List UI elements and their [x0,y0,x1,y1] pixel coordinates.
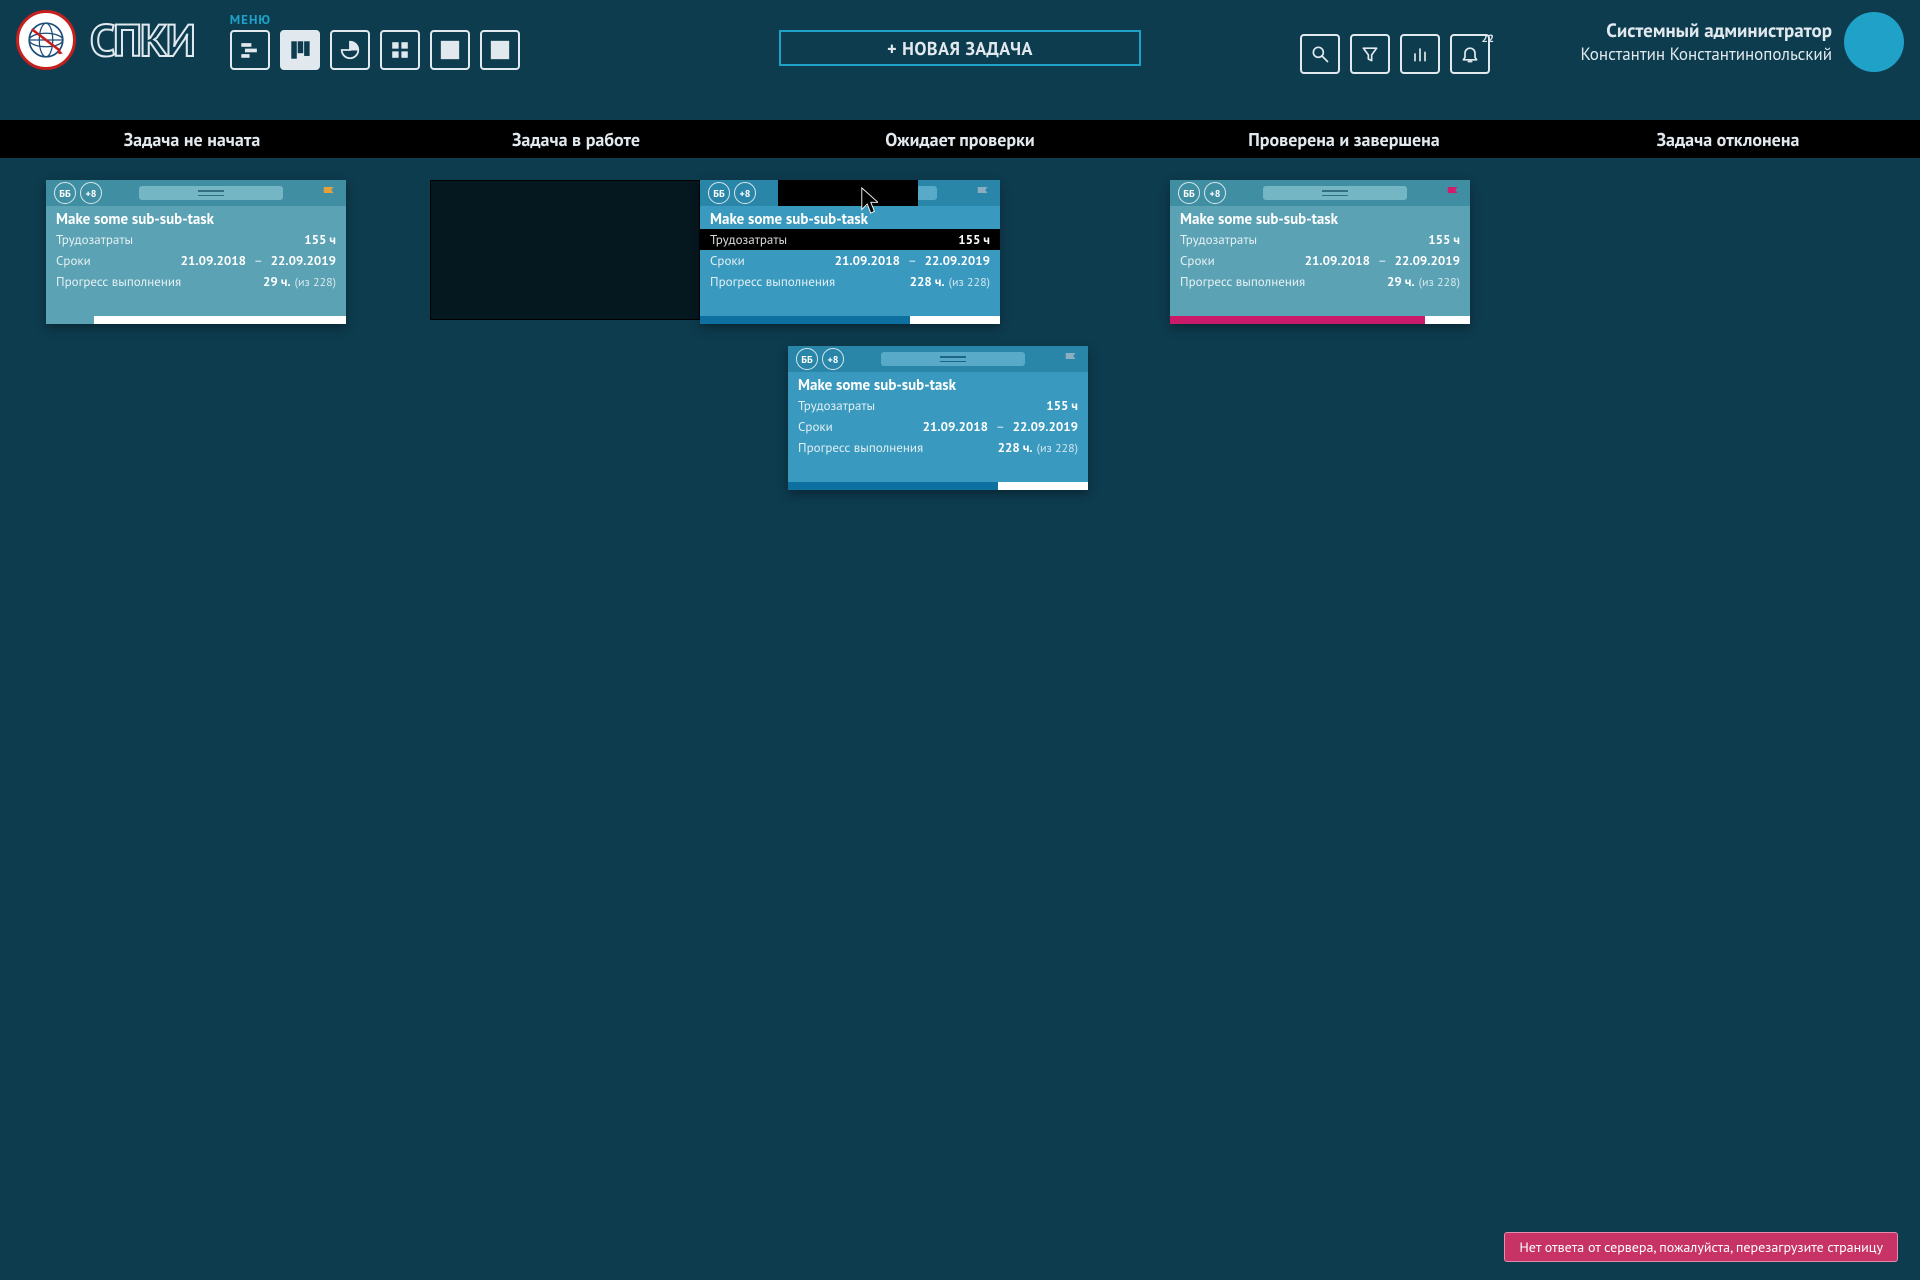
effort-value: 155 ч [1428,231,1460,248]
date-end: 22.09.2019 [1013,418,1078,435]
progress-of: (из 228) [1037,441,1078,456]
drop-zone[interactable] [430,180,700,320]
view-gantt-icon[interactable] [230,30,270,70]
view-menu: МЕНЮ [230,11,520,70]
assignee-chip[interactable]: ББ [708,182,730,204]
user-role: Системный администратор [1581,19,1832,43]
progress-value: 228 ч. [998,439,1033,456]
progress-bar [788,482,1088,490]
flag-icon[interactable] [320,184,338,202]
search-icon[interactable] [1300,34,1340,74]
assignee-chip[interactable]: ББ [796,348,818,370]
stats-icon[interactable] [1400,34,1440,74]
drag-handle-icon[interactable] [108,186,314,200]
effort-value: 155 ч [304,231,336,248]
assignee-more-chip[interactable]: +8 [734,182,756,204]
menu-label: МЕНЮ [230,11,520,28]
error-toast[interactable]: Нет ответа от сервера, пожалуйста, перез… [1504,1232,1898,1262]
bell-badge: 22 [1482,32,1494,46]
dates-label: Сроки [56,252,91,269]
col-done[interactable]: Проверена и завершена [1152,120,1536,158]
globe-icon [25,19,67,61]
view-columns-icon[interactable] [480,30,520,70]
date-end: 22.09.2019 [1395,252,1460,269]
logo-emblem [16,10,76,70]
app-header: СПКИ МЕНЮ + НОВАЯ ЗАДАЧА 22 Системный ад… [0,0,1920,80]
task-card[interactable]: ББ +8 Make some sub-sub-task Трудозатрат… [788,346,1088,490]
progress-value: 29 ч. [1387,273,1415,290]
effort-label: Трудозатраты [56,231,133,248]
progress-bar [46,316,346,324]
dates-label: Сроки [710,252,745,269]
date-end: 22.09.2019 [271,252,336,269]
progress-of: (из 228) [1419,275,1460,290]
view-pie-icon[interactable] [330,30,370,70]
task-title: Make some sub-sub-task [788,372,1088,395]
progress-of: (из 228) [295,275,336,290]
date-start: 21.09.2018 [181,252,246,269]
progress-label: Прогресс выполнения [1180,273,1305,290]
task-card[interactable]: ББ +8 Make some sub-sub-task Трудозатрат… [1170,180,1470,324]
cursor-icon [860,186,878,215]
col-in-progress[interactable]: Задача в работе [384,120,768,158]
avatar[interactable] [1844,12,1904,72]
filter-icon[interactable] [1350,34,1390,74]
bell-icon[interactable]: 22 [1450,34,1490,74]
col-not-started[interactable]: Задача не начата [0,120,384,158]
progress-label: Прогресс выполнения [56,273,181,290]
effort-value: 155 ч [1046,397,1078,414]
progress-label: Прогресс выполнения [798,439,923,456]
user-box[interactable]: Системный администратор Константин Конст… [1581,12,1904,72]
kanban-columns-header: Задача не начата Задача в работе Ожидает… [0,120,1920,158]
date-start: 21.09.2018 [1305,252,1370,269]
view-kanban-icon[interactable] [280,30,320,70]
drag-handle-icon[interactable] [850,352,1056,366]
effort-label: Трудозатраты [798,397,875,414]
effort-label: Трудозатраты [1180,231,1257,248]
dates-label: Сроки [798,418,833,435]
progress-value: 29 ч. [263,273,291,290]
view-tiles-icon[interactable] [380,30,420,70]
assignee-more-chip[interactable]: +8 [822,348,844,370]
new-task-button[interactable]: + НОВАЯ ЗАДАЧА [779,30,1141,66]
task-title: Make some sub-sub-task [1170,206,1470,229]
flag-icon[interactable] [1062,350,1080,368]
date-start: 21.09.2018 [923,418,988,435]
drag-handle-icon[interactable] [1232,186,1438,200]
app-logo-text: СПКИ [90,11,194,69]
assignee-more-chip[interactable]: +8 [80,182,102,204]
task-title: Make some sub-sub-task [46,206,346,229]
assignee-more-chip[interactable]: +8 [1204,182,1226,204]
task-card[interactable]: ББ +8 Make some sub-sub-task Трудозатрат… [46,180,346,324]
user-name: Константин Константинопольский [1581,43,1832,65]
assignee-chip[interactable]: ББ [1178,182,1200,204]
kanban-board: ББ +8 Make some sub-sub-task Трудозатрат… [0,170,1920,1280]
dates-label: Сроки [1180,252,1215,269]
view-grid-icon[interactable] [430,30,470,70]
col-rejected[interactable]: Задача отклонена [1536,120,1920,158]
assignee-chip[interactable]: ББ [54,182,76,204]
progress-bar [1170,316,1470,324]
col-awaiting-review[interactable]: Ожидает проверки [768,120,1152,158]
flag-icon[interactable] [1444,184,1462,202]
